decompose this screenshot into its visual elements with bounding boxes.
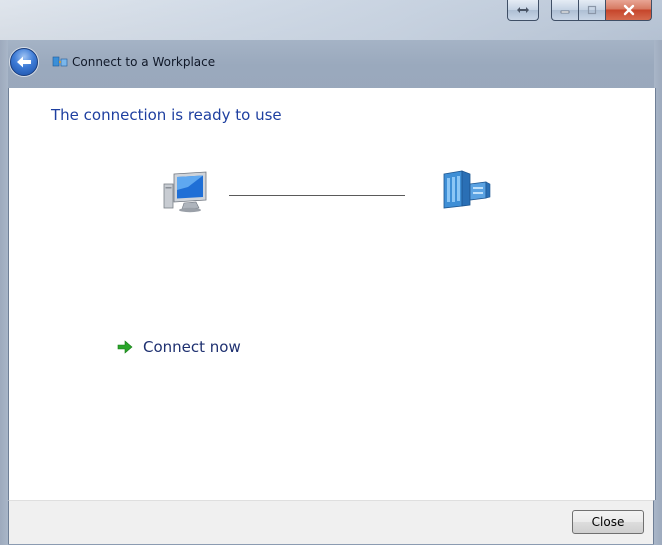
back-button[interactable]	[10, 48, 38, 76]
close-icon	[623, 4, 634, 16]
connect-now-link[interactable]: Connect now	[117, 338, 241, 356]
window-title: Connect to a Workplace	[72, 55, 216, 69]
resize-arrows-icon	[517, 7, 529, 13]
server-icon	[443, 170, 491, 209]
computer-icon	[163, 171, 207, 213]
caption-buttons	[507, 0, 652, 24]
wizard-content: The connection is ready to use Connect n…	[8, 88, 656, 500]
connection-line	[229, 195, 405, 196]
maximize-icon	[587, 5, 597, 15]
connect-now-label: Connect now	[143, 338, 241, 356]
snap-button[interactable]	[507, 0, 539, 21]
minimize-icon	[560, 10, 570, 14]
network-connection-icon	[52, 56, 68, 67]
page-heading: The connection is ready to use	[51, 106, 282, 124]
close-window-button[interactable]	[606, 0, 652, 21]
maximize-button[interactable]	[579, 0, 606, 21]
window-frame: Connect to a Workplace The connection is…	[0, 0, 662, 545]
green-arrow-icon	[117, 340, 133, 354]
title-row: Connect to a Workplace	[10, 44, 215, 80]
minimize-button[interactable]	[551, 0, 579, 21]
window-left-border	[0, 40, 8, 545]
close-button[interactable]: Close	[572, 510, 644, 534]
back-arrow-icon	[17, 56, 31, 68]
wizard-footer: Close	[8, 500, 654, 544]
